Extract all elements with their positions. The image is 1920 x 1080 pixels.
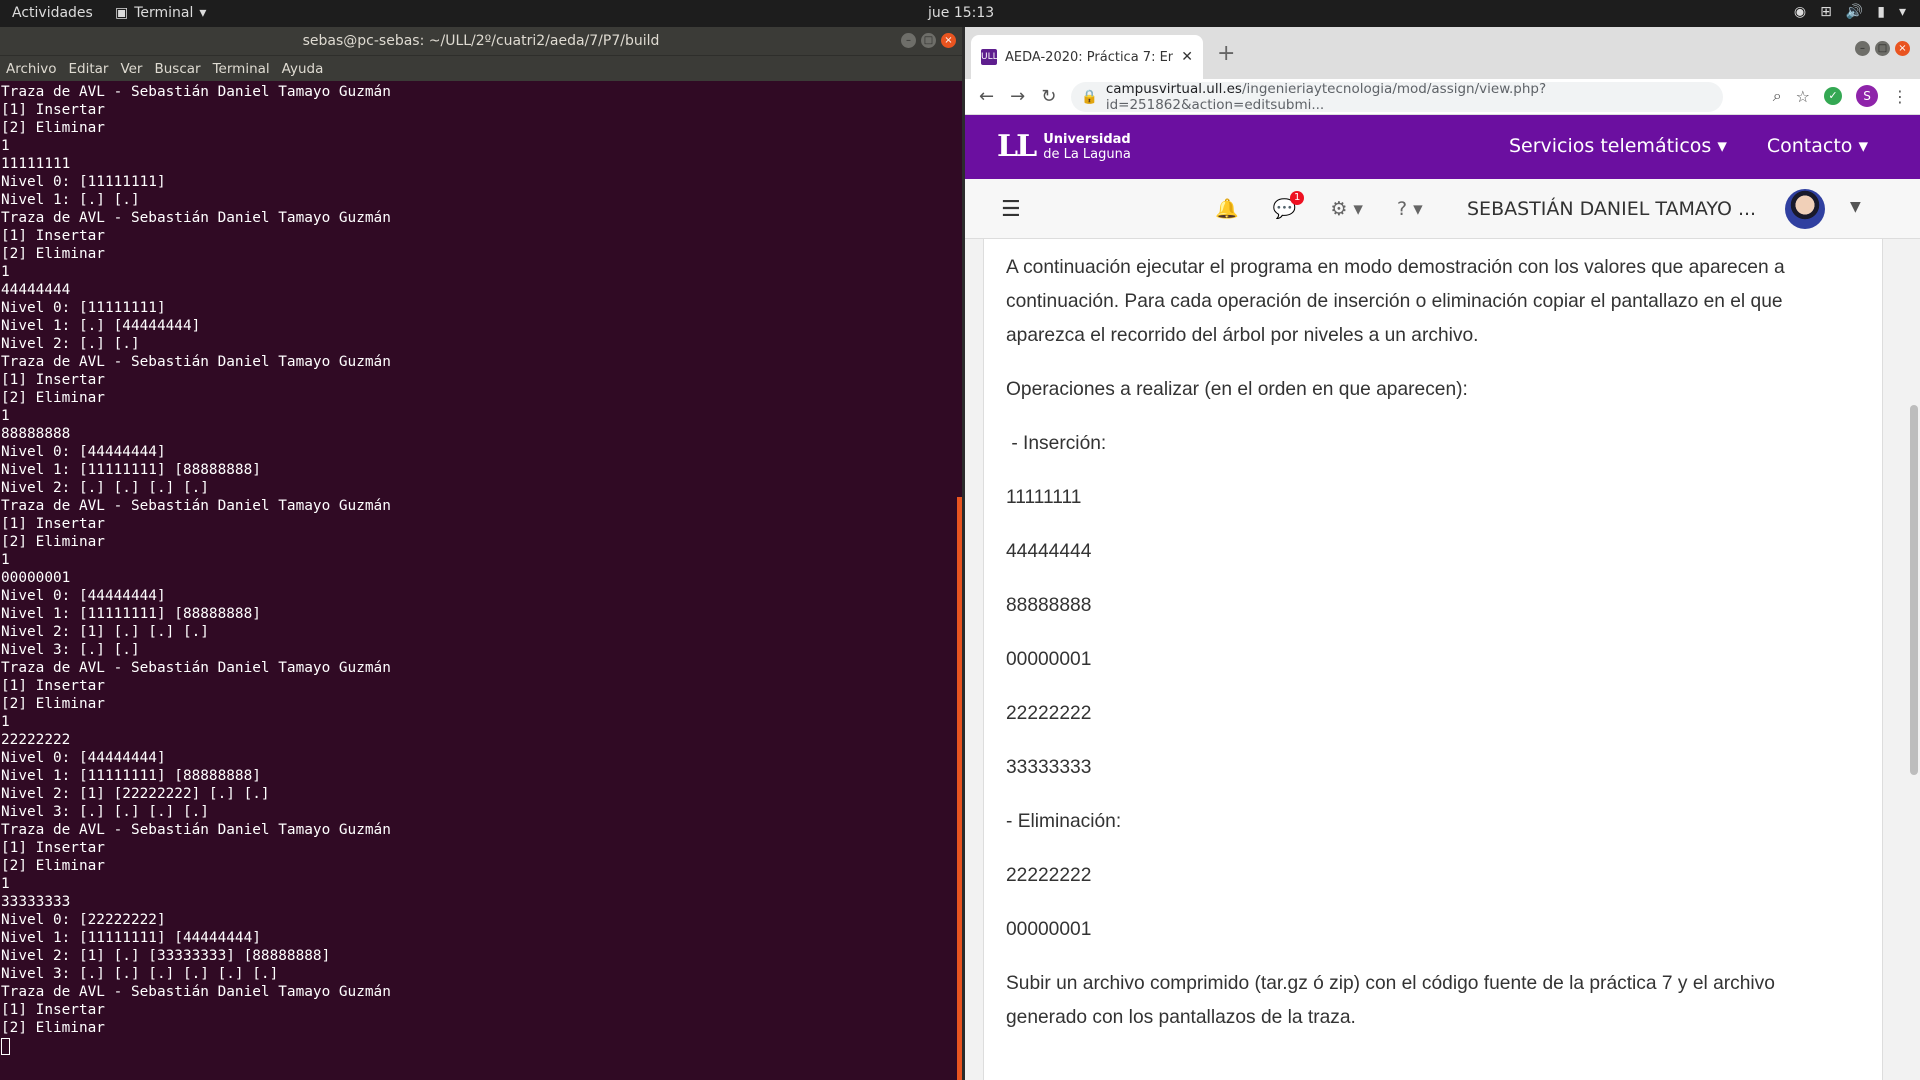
address-bar[interactable]: 🔒 campusvirtual.ull.es/ingenieriaytecnol… (1071, 81, 1723, 113)
app-menu[interactable]: ▣ Terminal ▾ (115, 5, 206, 21)
ull-logo-mark: LL (997, 129, 1037, 164)
toolbar-actions: ⌕ ☆ ✓ S ⋮ (1773, 85, 1908, 107)
new-tab-button[interactable]: + (1217, 41, 1235, 66)
paragraph-upload: Subir un archivo comprimido (tar.gz ó zi… (1006, 973, 1775, 1028)
insert-value: 00000001 (1006, 649, 1092, 670)
zoom-icon[interactable]: ⌕ (1773, 86, 1782, 106)
browser-window[interactable]: ULL AEDA-2020: Práctica 7: En ✕ + – □ × … (965, 27, 1920, 1080)
delete-value: 00000001 (1006, 919, 1092, 940)
page-scrollbar[interactable] (1910, 405, 1918, 775)
menu-editar[interactable]: Editar (68, 61, 108, 77)
url-host: campusvirtual.ull.es (1105, 81, 1242, 97)
toolbar: ← → ↻ 🔒 campusvirtual.ull.es/ingenieriay… (965, 79, 1920, 115)
logo-line1: Universidad (1043, 131, 1131, 147)
heading-insercion: - Inserción: (1006, 433, 1107, 454)
web-page: LL Universidad de La Laguna Servicios tel… (965, 115, 1920, 1080)
help-icon[interactable]: ? ▾ (1397, 198, 1423, 220)
tab-title: AEDA-2020: Práctica 7: En (1005, 49, 1174, 65)
network-icon[interactable]: ⊞ (1820, 4, 1832, 20)
heading-eliminacion: - Eliminación: (1006, 811, 1122, 832)
maximize-icon[interactable]: □ (1875, 41, 1890, 56)
assignment-description: A continuación ejecutar el programa en m… (983, 239, 1883, 1080)
top-panel: Actividades ▣ Terminal ▾ jue 15:13 ◉ ⊞ 🔊… (0, 0, 1920, 27)
bell-icon[interactable]: 🔔 (1215, 197, 1239, 220)
minimize-icon[interactable]: – (901, 33, 916, 48)
terminal-scrollbar[interactable] (957, 497, 962, 1080)
terminal-titlebar[interactable]: sebas@pc-sebas: ~/ULL/2º/cuatri2/aeda/7/… (0, 27, 962, 55)
star-icon[interactable]: ☆ (1796, 87, 1810, 106)
menu-ayuda[interactable]: Ayuda (282, 61, 324, 77)
site-menu: Servicios telemáticos ▾ Contacto ▾ (1509, 135, 1868, 157)
chevron-down-icon[interactable]: ▾ (1899, 4, 1906, 20)
profile-avatar[interactable]: S (1856, 85, 1878, 107)
menu-ver[interactable]: Ver (120, 61, 142, 77)
activities-button[interactable]: Actividades (12, 5, 93, 21)
discord-icon[interactable]: ◉ (1794, 4, 1806, 20)
minimize-icon[interactable]: – (1855, 41, 1870, 56)
menu-terminal[interactable]: Terminal (213, 61, 270, 77)
system-tray[interactable]: ◉ ⊞ 🔊 ▮ ▾ (1794, 4, 1906, 20)
extension-check-icon[interactable]: ✓ (1824, 87, 1842, 105)
insert-value: 44444444 (1006, 541, 1092, 562)
user-navbar: ☰ 🔔 💬 1 ⚙ ▾ ? ▾ SEBASTIÁN DANIEL TAMAYO .… (965, 179, 1920, 239)
nav-icons: 🔔 💬 1 ⚙ ▾ ? ▾ (1215, 191, 1423, 220)
terminal-output[interactable]: Traza de AVL - Sebastián Daniel Tamayo G… (0, 81, 962, 1055)
chevron-down-icon: ▾ (199, 5, 207, 21)
window-controls: – □ × (901, 33, 956, 48)
messages-icon[interactable]: 💬 1 (1273, 191, 1305, 220)
close-icon[interactable]: × (1895, 41, 1910, 56)
cubes-icon[interactable]: ⚙ ▾ (1330, 198, 1363, 220)
nav-buttons: ← → ↻ (965, 86, 1056, 107)
maximize-icon[interactable]: □ (921, 33, 936, 48)
menu-contacto-label: Contacto (1766, 135, 1853, 157)
terminal-title: sebas@pc-sebas: ~/ULL/2º/cuatri2/aeda/7/… (302, 33, 660, 49)
menu-buscar[interactable]: Buscar (154, 61, 200, 77)
ull-logo[interactable]: LL Universidad de La Laguna (997, 129, 1131, 164)
clock[interactable]: jue 15:13 (928, 5, 994, 21)
app-name: Terminal (134, 5, 194, 21)
reload-icon[interactable]: ↻ (1041, 86, 1056, 107)
user-name[interactable]: SEBASTIÁN DANIEL TAMAYO ... (1467, 198, 1756, 220)
terminal-cursor (1, 1037, 10, 1055)
messages-badge: 1 (1289, 191, 1305, 205)
terminal-window[interactable]: sebas@pc-sebas: ~/ULL/2º/cuatri2/aeda/7/… (0, 27, 962, 1080)
tab-aeda[interactable]: ULL AEDA-2020: Práctica 7: En ✕ (971, 35, 1203, 79)
menu-contacto[interactable]: Contacto ▾ (1767, 135, 1868, 157)
logo-line2: de La Laguna (1043, 146, 1131, 162)
browser-window-controls: – □ × (1855, 41, 1910, 56)
insert-value: 22222222 (1006, 703, 1092, 724)
insert-value: 11111111 (1006, 487, 1082, 508)
user-avatar[interactable] (1785, 189, 1825, 229)
close-icon[interactable]: × (941, 33, 956, 48)
insert-value: 33333333 (1006, 757, 1092, 778)
lock-icon[interactable]: 🔒 (1081, 89, 1098, 105)
delete-value: 22222222 (1006, 865, 1092, 886)
tab-bar: ULL AEDA-2020: Práctica 7: En ✕ + – □ × (965, 27, 1920, 79)
paragraph-intro: A continuación ejecutar el programa en m… (1006, 257, 1785, 346)
ull-favicon-icon: ULL (981, 49, 998, 65)
terminal-menubar: Archivo Editar Ver Buscar Terminal Ayuda (0, 55, 962, 81)
hamburger-icon[interactable]: ☰ (1001, 197, 1021, 222)
menu-servicios[interactable]: Servicios telemáticos ▾ (1509, 135, 1727, 157)
kebab-menu-icon[interactable]: ⋮ (1892, 87, 1908, 106)
insert-value: 88888888 (1006, 595, 1092, 616)
chevron-down-icon[interactable]: ▼ (1850, 199, 1861, 215)
menu-archivo[interactable]: Archivo (6, 61, 56, 77)
volume-icon[interactable]: 🔊 (1846, 4, 1863, 20)
terminal-text: Traza de AVL - Sebastián Daniel Tamayo G… (1, 84, 391, 1036)
terminal-icon: ▣ (115, 5, 129, 21)
forward-icon[interactable]: → (1010, 86, 1025, 107)
paragraph-operations: Operaciones a realizar (en el orden en q… (1006, 379, 1468, 400)
back-icon[interactable]: ← (979, 86, 994, 107)
menu-servicios-label: Servicios telemáticos (1508, 135, 1712, 157)
battery-icon[interactable]: ▮ (1877, 4, 1885, 20)
close-tab-icon[interactable]: ✕ (1181, 49, 1193, 65)
site-header: LL Universidad de La Laguna Servicios tel… (965, 115, 1920, 179)
